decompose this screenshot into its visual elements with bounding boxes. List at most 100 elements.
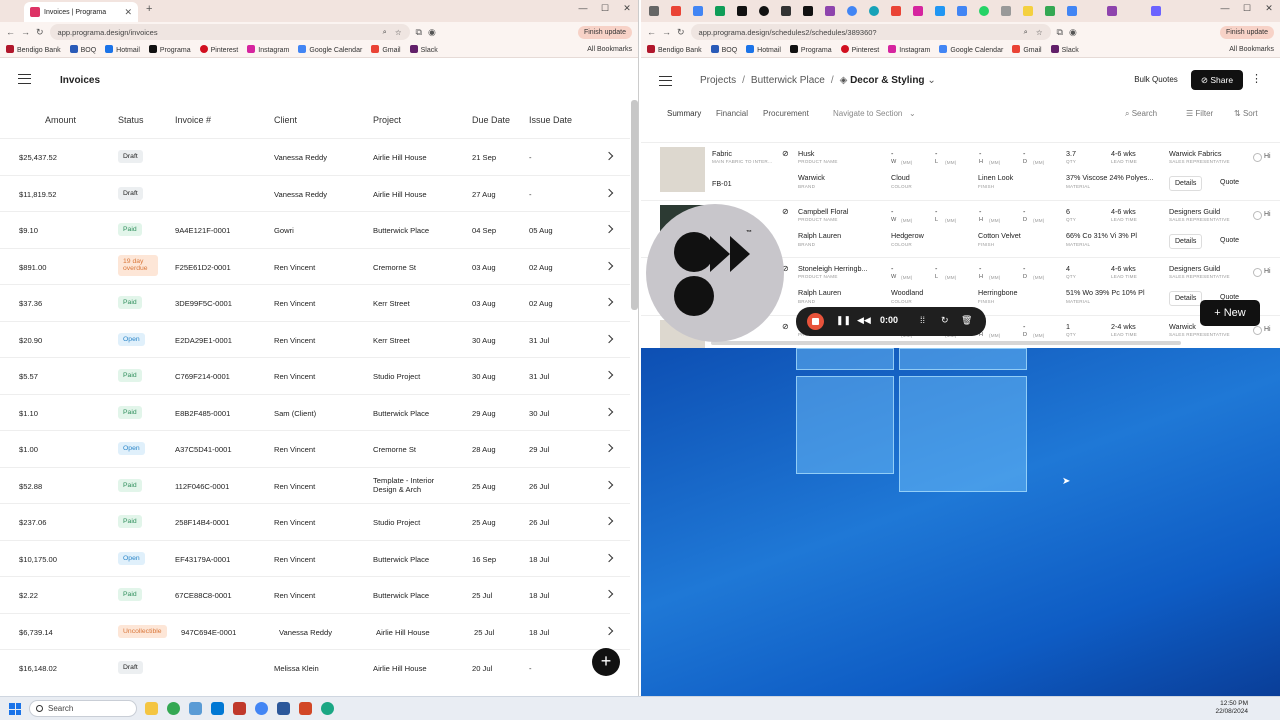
chevron-right-icon[interactable] <box>604 553 614 562</box>
restart-icon[interactable]: ↻ <box>941 315 949 326</box>
close-tab-icon[interactable]: ✕ <box>124 7 132 18</box>
reload-icon[interactable]: ↻ <box>677 27 685 38</box>
item-thumbnail[interactable] <box>660 147 705 192</box>
profile-avatar-icon[interactable]: ◉ <box>428 27 436 38</box>
mail-app-icon[interactable] <box>233 702 246 715</box>
minimize-icon[interactable]: — <box>1214 3 1236 14</box>
table-row[interactable]: $9.10 Paid 9A4E121F-0001 Gowri Butterwick Pl… <box>0 211 630 247</box>
reload-icon[interactable]: ↻ <box>36 27 44 38</box>
bookmark-slack[interactable]: Slack <box>1050 45 1079 54</box>
bookmark-google-calendar[interactable]: Google Calendar <box>298 45 362 54</box>
powerpoint-icon[interactable] <box>299 702 312 715</box>
new-tab-icon[interactable]: + <box>146 3 152 15</box>
extension-icon[interactable]: ⧉ <box>416 27 422 38</box>
system-clock[interactable]: 12:50 PM 22/08/2024 <box>1215 700 1248 717</box>
url-field[interactable]: app.programa.design/schedules2/schedules… <box>690 24 1051 40</box>
search-button[interactable]: ⌕ Search <box>1125 109 1157 119</box>
tab-favicon-icon[interactable] <box>1001 6 1011 16</box>
table-row[interactable]: $2.22 Paid 67CE88C8-0001 Ren Vincent Butterw… <box>0 576 630 612</box>
bookmark-star-icon[interactable]: ☆ <box>395 28 402 37</box>
tab-favicon-icon[interactable] <box>759 6 769 16</box>
tab-favicon-icon[interactable] <box>781 6 791 16</box>
maximize-icon[interactable]: ☐ <box>594 3 616 14</box>
add-invoice-button[interactable]: + <box>592 648 620 676</box>
bookmark-boq[interactable]: BOQ <box>69 45 96 54</box>
table-row[interactable]: $16,148.02 Draft Melissa Klein Airlie Hill … <box>0 649 630 685</box>
bookmark-gmail[interactable]: Gmail <box>371 45 401 54</box>
delete-recording-icon[interactable]: 🗑 <box>961 315 972 326</box>
taskbar-search-box[interactable]: Search <box>29 700 137 717</box>
chevron-right-icon[interactable] <box>604 443 614 453</box>
tab-favicon-icon[interactable] <box>891 6 901 16</box>
tab-favicon-icon[interactable] <box>1067 6 1077 16</box>
bookmark-instagram[interactable]: Instagram <box>888 45 930 54</box>
quote-button[interactable]: Quote <box>1215 176 1244 189</box>
bookmark-star-icon[interactable]: ☆ <box>1036 28 1043 37</box>
chevron-right-icon[interactable] <box>604 151 614 161</box>
extension-icon[interactable]: ⧉ <box>1057 27 1063 38</box>
chevron-right-icon[interactable] <box>604 480 614 489</box>
chevron-right-icon[interactable] <box>604 370 614 380</box>
bookmark-pinterest[interactable]: Pinterest <box>840 45 879 54</box>
chevron-down-icon[interactable]: ⌄ <box>925 75 935 86</box>
link-icon[interactable]: ⊘ <box>782 322 789 331</box>
tab-favicon-icon[interactable] <box>715 6 725 16</box>
schedule-item-row[interactable]: Fabric MAIN FABRIC TO INTER... FB-01 ⊘ Husk P… <box>641 142 1280 200</box>
chevron-right-icon[interactable] <box>604 516 614 526</box>
toggle-select[interactable] <box>1253 268 1262 277</box>
bookmark-boq[interactable]: BOQ <box>710 45 737 54</box>
tab-favicon-icon[interactable] <box>1151 6 1161 16</box>
finish-update-button[interactable]: Finish update <box>577 25 632 39</box>
more-options-icon[interactable]: ⋮ <box>1251 72 1262 85</box>
table-row[interactable]: $20.90 Open E2DA29E1-0001 Ren Vincent Kerr S… <box>0 320 630 357</box>
url-field[interactable]: app.programa.design/invoices ⌕ ☆ <box>49 24 410 40</box>
tab-invoices[interactable]: Invoices | Programa ✕ <box>24 2 138 22</box>
bookmark-programa[interactable]: Programa <box>789 45 832 54</box>
link-icon[interactable]: ⊘ <box>782 207 789 216</box>
close-window-icon[interactable]: ✕ <box>616 3 638 14</box>
column-header-due-date[interactable]: Due Date <box>472 115 510 125</box>
chrome-icon[interactable] <box>167 702 180 715</box>
edge-icon[interactable] <box>321 702 334 715</box>
link-icon[interactable]: ⊘ <box>782 149 789 158</box>
tab-favicon-icon[interactable] <box>979 6 989 16</box>
zoom-icon[interactable]: ⌕ <box>383 27 387 37</box>
finish-update-button[interactable]: Finish update <box>1219 25 1274 39</box>
details-button[interactable]: Details <box>1169 176 1203 191</box>
details-button[interactable]: Details <box>1169 233 1203 249</box>
new-item-button[interactable]: + New <box>1200 300 1260 326</box>
menu-icon[interactable] <box>659 76 672 86</box>
tab-favicon-icon[interactable] <box>1107 6 1117 16</box>
tab-favicon-icon[interactable] <box>1045 6 1055 16</box>
tab-list-icon[interactable] <box>649 6 659 16</box>
chevron-right-icon[interactable] <box>604 589 614 599</box>
app-icon[interactable] <box>211 702 224 715</box>
table-row[interactable]: $1.10 Paid E8B2F485-0001 Sam (Client) Butter… <box>0 393 630 430</box>
minimize-icon[interactable]: — <box>572 3 594 14</box>
horizontal-scrollbar[interactable] <box>711 341 1181 345</box>
quote-button[interactable]: Quote <box>1215 234 1244 247</box>
breadcrumb-projects[interactable]: Projects <box>700 75 736 86</box>
tab-favicon-icon[interactable] <box>869 6 879 16</box>
breadcrumb-schedule[interactable]: Decor & Styling <box>850 75 924 86</box>
chevron-right-icon[interactable] <box>604 188 614 197</box>
tab-favicon-icon[interactable] <box>693 6 703 16</box>
sort-button[interactable]: ⇅ Sort <box>1234 109 1258 118</box>
maximize-icon[interactable]: ☐ <box>1236 3 1258 14</box>
tab-favicon-icon[interactable] <box>913 6 923 16</box>
share-button[interactable]: ⊘ Share <box>1191 70 1243 90</box>
table-row[interactable]: $1.00 Open A37C5D41-0001 Ren Vincent Cremorn… <box>0 430 630 466</box>
table-row[interactable]: $10,175.00 Open EF43179A-0001 Ren Vincent Bu… <box>0 539 630 576</box>
chevron-down-icon[interactable]: ⌄ <box>909 109 916 118</box>
table-row[interactable]: $5.57 Paid C769F214-0001 Ren Vincent Studio … <box>0 357 630 393</box>
profile-avatar-icon[interactable]: ◉ <box>1069 27 1077 38</box>
bookmark-bendigo[interactable]: Bendigo Bank <box>647 45 702 54</box>
bookmark-hotmail[interactable]: Hotmail <box>746 45 781 54</box>
tab-financial[interactable]: Financial <box>716 109 748 118</box>
tab-favicon-icon[interactable] <box>935 6 945 16</box>
navigate-to-section-dropdown[interactable]: Navigate to Section <box>833 109 902 118</box>
bulk-quotes-button[interactable]: Bulk Quotes <box>1128 70 1184 90</box>
stop-recording-button[interactable] <box>807 313 824 330</box>
tab-favicon-icon[interactable] <box>671 6 681 16</box>
tab-favicon-icon[interactable] <box>1023 6 1033 16</box>
